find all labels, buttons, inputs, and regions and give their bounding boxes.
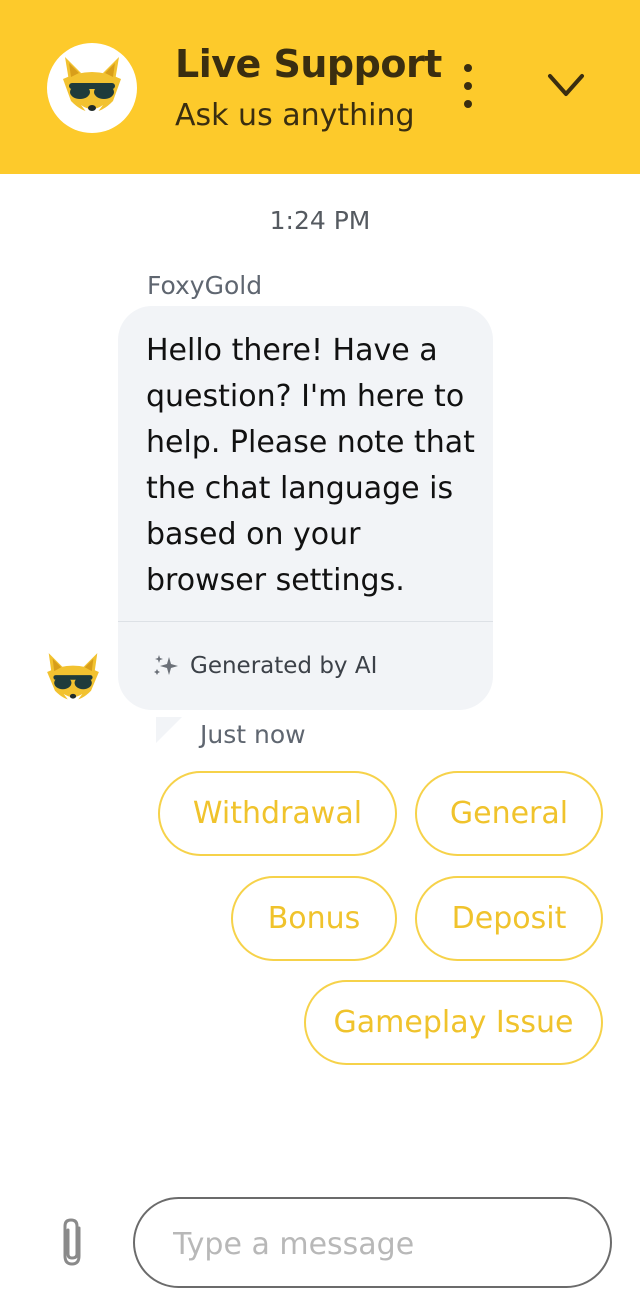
message-input[interactable] [171,1213,575,1275]
message-text: Hello there! Have a question? I'm here t… [146,333,475,598]
message-sender: FoxyGold [147,271,263,300]
quick-reply-general[interactable]: General [415,771,603,856]
quick-reply-bonus[interactable]: Bonus [231,876,397,961]
quick-reply-gameplay-issue[interactable]: Gameplay Issue [304,980,603,1065]
ai-generated-tag: Generated by AI [152,652,377,680]
fox-logo-icon [63,57,121,115]
bot-avatar-icon [47,653,99,703]
ai-generated-label: Generated by AI [190,653,378,679]
sparkles-icon [154,655,178,675]
bot-message-bubble: Hello there! Have a question? I'm here t… [118,306,493,710]
minimize-chat-button[interactable] [544,66,588,106]
paperclip-icon [63,1218,81,1266]
chevron-down-icon [548,74,584,96]
message-input-container [133,1197,612,1288]
quick-reply-withdrawal[interactable]: Withdrawal [158,771,397,856]
more-options-button[interactable] [450,64,486,108]
more-vertical-icon [464,64,472,72]
brand-avatar [47,43,137,133]
attach-file-button[interactable] [55,1214,91,1270]
chat-header: Live Support Ask us anything [0,0,640,174]
bubble-tail [156,717,182,743]
header-subtitle: Ask us anything [175,98,415,133]
bubble-divider [118,621,493,622]
header-title: Live Support [175,42,442,86]
quick-reply-deposit[interactable]: Deposit [415,876,603,961]
conversation-timestamp: 1:24 PM [269,206,371,235]
message-status: Just now [200,720,306,749]
